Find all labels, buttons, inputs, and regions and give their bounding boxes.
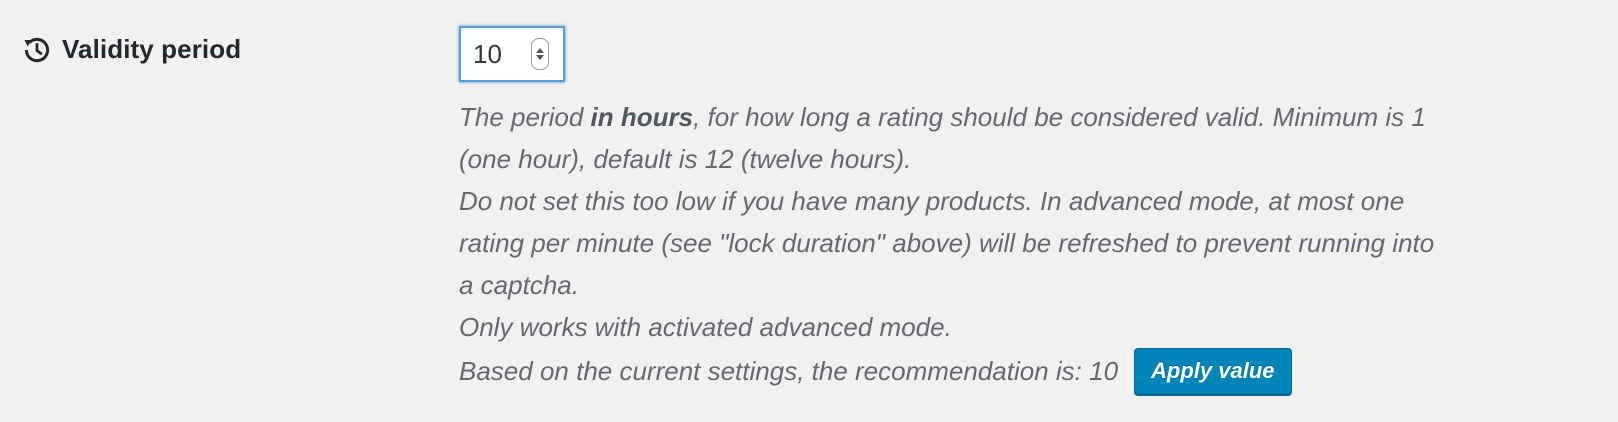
apply-value-button[interactable]: Apply value bbox=[1134, 348, 1292, 394]
description-line-1: The period in hours, for how long a rati… bbox=[459, 96, 1589, 138]
validity-period-input[interactable]: 10 bbox=[459, 26, 565, 82]
description-text: The period bbox=[459, 102, 591, 132]
recommendation-text: Based on the current settings, the recom… bbox=[459, 356, 1119, 386]
setting-description: The period in hours, for how long a rati… bbox=[459, 96, 1589, 394]
setting-field: 10 The period in hours, for how long a r… bbox=[459, 26, 1589, 394]
description-text: , for how long a rating should be consid… bbox=[693, 102, 1426, 132]
setting-label-text: Validity period bbox=[62, 34, 242, 64]
description-bold-text: in hours bbox=[590, 102, 694, 132]
recommendation-line: Based on the current settings, the recom… bbox=[459, 348, 1589, 394]
setting-row-validity-period: Validity period 10 The period in hours, … bbox=[0, 0, 1618, 422]
description-line-6: Only works with activated advanced mode. bbox=[459, 312, 952, 342]
description-line-2: (one hour), default is 12 (twelve hours)… bbox=[459, 144, 912, 174]
setting-label: Validity period bbox=[22, 34, 241, 65]
description-line-5: a captcha. bbox=[459, 270, 579, 300]
validity-period-value[interactable]: 10 bbox=[473, 39, 502, 70]
spinner-down-icon[interactable] bbox=[536, 55, 544, 60]
description-line-3: Do not set this too low if you have many… bbox=[459, 186, 1405, 216]
description-line-4: rating per minute (see "lock duration" a… bbox=[459, 228, 1435, 258]
number-spinner[interactable] bbox=[531, 38, 549, 70]
spinner-up-icon[interactable] bbox=[536, 48, 544, 53]
history-icon bbox=[22, 35, 52, 65]
